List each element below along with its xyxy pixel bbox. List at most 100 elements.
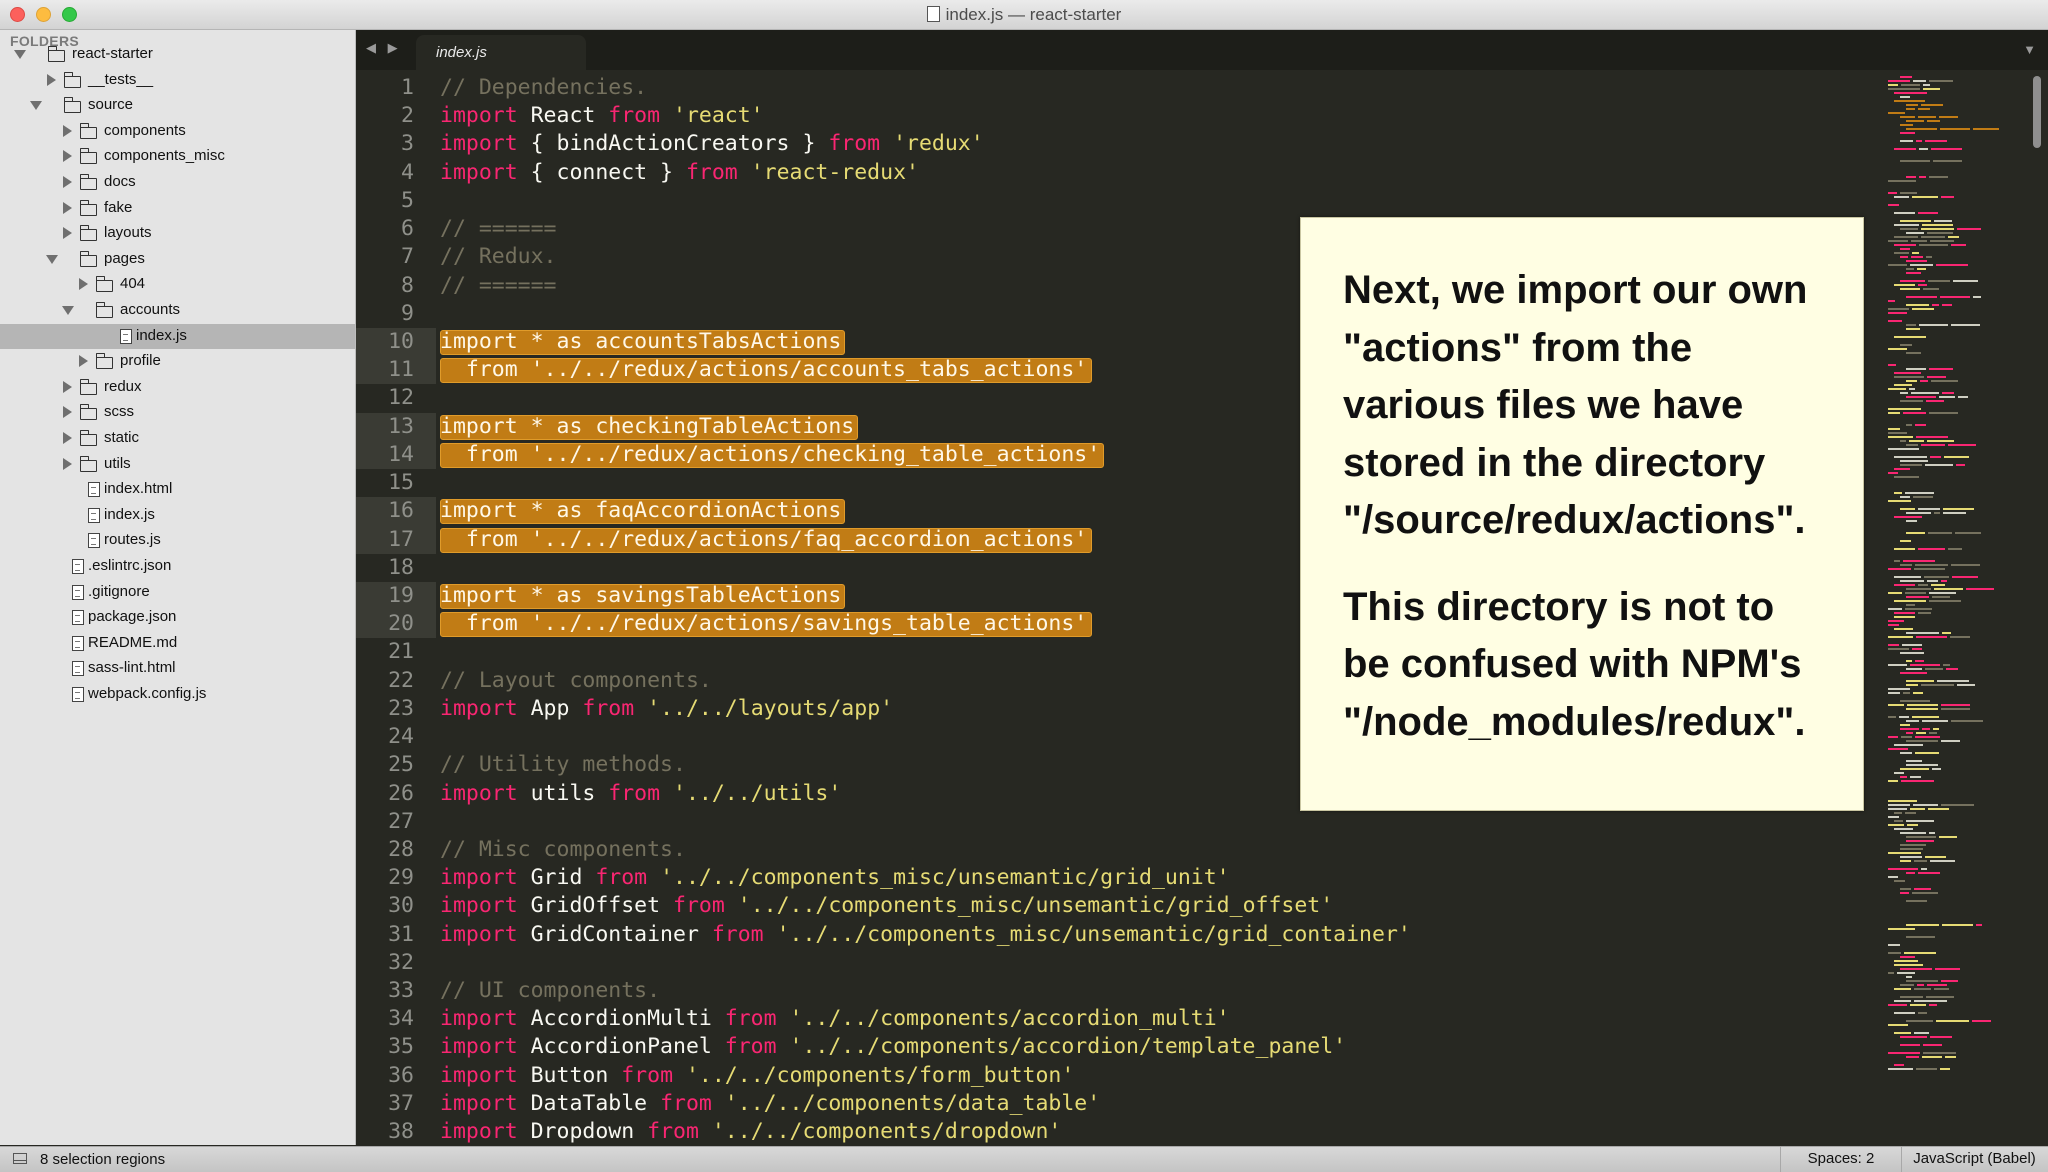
- disclosure-closed-icon[interactable]: [63, 227, 72, 240]
- minimap-line: [1918, 108, 1930, 110]
- minimap-line: [1900, 288, 1920, 290]
- minimap-line: [1894, 244, 1916, 246]
- folder-item[interactable]: pages: [0, 247, 355, 272]
- disclosure-closed-icon[interactable]: [63, 457, 72, 470]
- folder-item[interactable]: redux: [0, 375, 355, 400]
- disclosure-closed-icon[interactable]: [63, 124, 72, 137]
- minimap-line: [1888, 204, 1899, 206]
- disclosure-closed-icon[interactable]: [47, 73, 56, 86]
- folder-item[interactable]: layouts: [0, 221, 355, 246]
- code-line[interactable]: 1 // Dependencies.: [356, 74, 1886, 102]
- tab-index-js[interactable]: index.js: [416, 35, 586, 70]
- folder-item[interactable]: utils: [0, 452, 355, 477]
- disclosure-closed-icon[interactable]: [79, 278, 88, 291]
- code-line[interactable]: 31 import GridContainer from '../../compo…: [356, 921, 1886, 949]
- string-token: 'react': [673, 103, 764, 129]
- code-line[interactable]: 34 import AccordionMulti from '../../comp…: [356, 1005, 1886, 1033]
- minimap-line: [1906, 668, 1922, 670]
- code-line[interactable]: 29 import Grid from '../../components_mis…: [356, 864, 1886, 892]
- folder-item[interactable]: react-starter: [0, 42, 355, 67]
- code-line[interactable]: 2 import React from 'react': [356, 102, 1886, 130]
- disclosure-open-icon[interactable]: [14, 50, 26, 59]
- file-item[interactable]: README.md: [0, 631, 355, 656]
- minimap-line: [1906, 444, 1918, 446]
- folder-item[interactable]: scss: [0, 400, 355, 425]
- file-icon: [72, 584, 84, 600]
- tab-menu-icon[interactable]: ▼: [2023, 42, 2036, 57]
- disclosure-open-icon[interactable]: [30, 101, 42, 111]
- folder-item[interactable]: fake: [0, 196, 355, 221]
- minimap-line: [1948, 236, 1959, 238]
- vertical-scrollbar[interactable]: [2031, 72, 2043, 1145]
- tab-nav-arrows[interactable]: ◀ ▶: [366, 40, 402, 56]
- minimap-line: [1906, 684, 1918, 686]
- folder-item[interactable]: __tests__: [0, 68, 355, 93]
- file-item[interactable]: index.js: [0, 323, 355, 349]
- code-line[interactable]: 37 import DataTable from '../../component…: [356, 1090, 1886, 1118]
- code-line[interactable]: 30 import GridOffset from '../../componen…: [356, 892, 1886, 920]
- code-line[interactable]: 38 import Dropdown from '../../components…: [356, 1118, 1886, 1145]
- file-item[interactable]: index.html: [0, 477, 355, 502]
- minimap-line: [1921, 104, 1943, 106]
- disclosure-open-icon[interactable]: [46, 254, 58, 264]
- code-text: import App from '../../layouts/app': [440, 695, 893, 723]
- code-line[interactable]: 32: [356, 949, 1886, 977]
- minimap-line: [1888, 648, 1909, 650]
- line-number: 6: [401, 216, 414, 242]
- disclosure-closed-icon[interactable]: [63, 201, 72, 214]
- code-line[interactable]: 28 // Misc components.: [356, 836, 1886, 864]
- minimap[interactable]: [1888, 72, 2028, 1145]
- minimap-line: [1900, 728, 1919, 730]
- folder-item[interactable]: components_misc: [0, 144, 355, 169]
- file-item[interactable]: .gitignore: [0, 580, 355, 605]
- code-line[interactable]: 35 import AccordionPanel from '../../comp…: [356, 1033, 1886, 1061]
- folder-item[interactable]: static: [0, 426, 355, 451]
- minimap-line: [1919, 176, 1926, 178]
- code-line[interactable]: 33 // UI components.: [356, 977, 1886, 1005]
- disclosure-closed-icon[interactable]: [63, 406, 72, 419]
- folder-item[interactable]: components: [0, 119, 355, 144]
- folder-item[interactable]: accounts: [0, 298, 355, 323]
- folder-item[interactable]: source: [0, 93, 355, 118]
- title-bar: index.js — react-starter: [0, 0, 2048, 30]
- code-line[interactable]: 3 import { bindActionCreators } from 'red…: [356, 130, 1886, 158]
- disclosure-closed-icon[interactable]: [63, 432, 72, 444]
- folder-item[interactable]: docs: [0, 170, 355, 195]
- file-item[interactable]: .eslintrc.json: [0, 554, 355, 579]
- disclosure-closed-icon[interactable]: [63, 176, 72, 188]
- folder-item[interactable]: profile: [0, 349, 355, 374]
- file-item[interactable]: sass-lint.html: [0, 656, 355, 681]
- minimap-line: [1906, 396, 1936, 398]
- minimap-line: [1914, 568, 1945, 570]
- minimap-line: [1933, 160, 1962, 162]
- file-item[interactable]: package.json: [0, 605, 355, 630]
- minimap-line: [1888, 180, 1916, 182]
- code-line[interactable]: 36 import Button from '../../components/f…: [356, 1062, 1886, 1090]
- syntax-setting[interactable]: JavaScript (Babel): [1901, 1147, 2048, 1172]
- keyword-token: import: [440, 498, 518, 524]
- folder-item[interactable]: 404: [0, 272, 355, 297]
- disclosure-closed-icon[interactable]: [79, 355, 88, 368]
- panel-toggle-icon[interactable]: [13, 1153, 27, 1164]
- minimap-line: [1906, 352, 1921, 354]
- minimap-line: [1888, 436, 1913, 438]
- keyword-token: from: [724, 1034, 777, 1060]
- minimap-line: [1931, 584, 1945, 586]
- tree-item-label: utils: [104, 454, 131, 472]
- code-line[interactable]: 27: [356, 808, 1886, 836]
- code-line[interactable]: 4 import { connect } from 'react-redux': [356, 159, 1886, 187]
- minimap-line: [1894, 148, 1916, 150]
- indentation-setting[interactable]: Spaces: 2: [1780, 1147, 1902, 1172]
- disclosure-closed-icon[interactable]: [63, 150, 72, 163]
- disclosure-open-icon[interactable]: [62, 306, 74, 315]
- file-item[interactable]: routes.js: [0, 528, 355, 553]
- disclosure-closed-icon[interactable]: [63, 380, 72, 393]
- file-item[interactable]: index.js: [0, 503, 355, 528]
- minimap-line: [1934, 512, 1940, 514]
- scrollbar-thumb[interactable]: [2033, 76, 2041, 148]
- code-line[interactable]: 5: [356, 187, 1886, 215]
- file-item[interactable]: webpack.config.js: [0, 682, 355, 707]
